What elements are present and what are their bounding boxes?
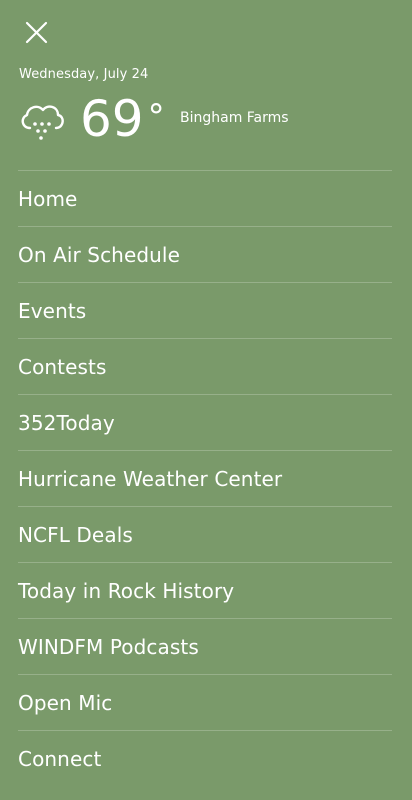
current-date: Wednesday, July 24 [19, 67, 149, 82]
degree-symbol: ° [147, 97, 165, 137]
menu-item-ncfl-deals[interactable]: NCFL Deals [18, 506, 392, 562]
menu-item-352today[interactable]: 352Today [18, 394, 392, 450]
weather-location: Bingham Farms [180, 110, 289, 126]
menu-item-contests[interactable]: Contests [18, 338, 392, 394]
menu-item-hurricane-weather-center[interactable]: Hurricane Weather Center [18, 450, 392, 506]
navigation-menu: Home On Air Schedule Events Contests 352… [0, 170, 412, 786]
close-icon [22, 18, 52, 48]
close-button[interactable] [22, 18, 52, 48]
temperature: 69 ° [80, 90, 165, 148]
rain-cloud-icon [18, 98, 66, 146]
menu-item-events[interactable]: Events [18, 282, 392, 338]
menu-item-today-in-rock-history[interactable]: Today in Rock History [18, 562, 392, 618]
menu-item-windfm-podcasts[interactable]: WINDFM Podcasts [18, 618, 392, 674]
menu-item-connect[interactable]: Connect [18, 730, 392, 786]
menu-item-on-air-schedule[interactable]: On Air Schedule [18, 226, 392, 282]
temperature-value: 69 [80, 90, 144, 148]
weather-widget: 69 ° Bingham Farms [18, 90, 398, 150]
menu-item-open-mic[interactable]: Open Mic [18, 674, 392, 730]
menu-item-home[interactable]: Home [18, 170, 392, 226]
